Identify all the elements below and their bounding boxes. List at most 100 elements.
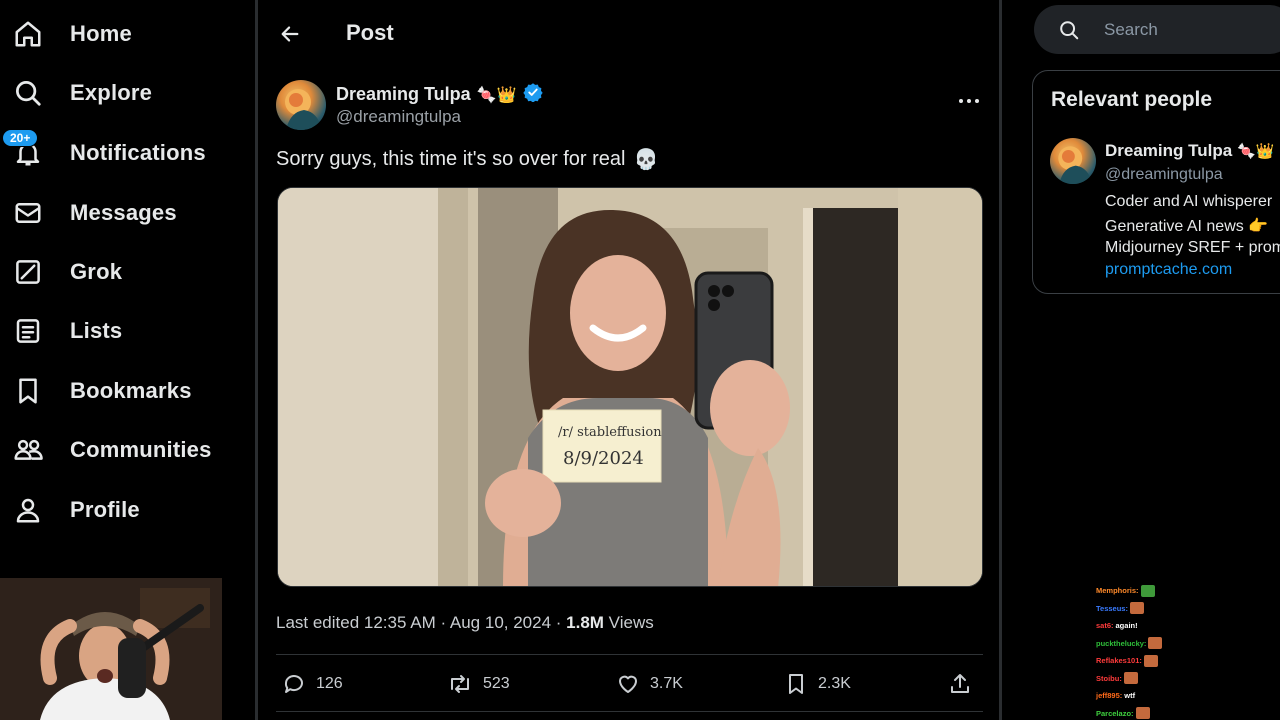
bookmark-icon	[789, 674, 803, 694]
search-box[interactable]: Search	[1034, 5, 1280, 54]
bio-line: Midjourney SREF + prom	[1105, 239, 1280, 256]
person-icon	[12, 494, 44, 526]
chat-message: Parcelazo:	[1096, 705, 1196, 720]
main-column: Post Dreaming Tulpa 🍬👑 @dreamingtulpa So…	[258, 0, 999, 720]
relevant-people-card: Relevant people Dreaming Tulpa 🍬👑 @dream…	[1032, 70, 1280, 294]
chat-message: Reflakes101:	[1096, 652, 1196, 670]
envelope-icon	[12, 197, 44, 229]
arrow-left-icon	[281, 26, 299, 42]
bio-link[interactable]: promptcache.com	[1105, 261, 1232, 279]
bio-line: Coder and AI whisperer	[1105, 193, 1273, 210]
post-meta: Last edited 12:35 AM · Aug 10, 2024 · 1.…	[276, 613, 654, 633]
chat-username: Stoibu:	[1096, 673, 1122, 683]
people-icon	[12, 434, 44, 466]
repost-icon	[451, 675, 469, 693]
nav-label: Messages	[70, 200, 177, 225]
author-name-text: Dreaming Tulpa	[336, 84, 471, 104]
nav-label: Lists	[70, 318, 123, 343]
nav-item-explore[interactable]: Explore	[12, 71, 152, 115]
relevant-person-name[interactable]: Dreaming Tulpa 🍬👑	[1105, 141, 1274, 161]
bell-icon: 20+	[2, 129, 44, 169]
nav-label: Explore	[70, 80, 153, 105]
nav-label: Bookmarks	[70, 378, 192, 403]
chat-message: Tesseus:	[1096, 600, 1196, 618]
chat-username: puckthelucky:	[1096, 638, 1147, 648]
chat-username: Parcelazo:	[1096, 708, 1134, 718]
repost-button[interactable]: 523	[447, 664, 510, 704]
chat-username: Memphoris:	[1096, 586, 1139, 596]
author-name[interactable]: Dreaming Tulpa 🍬👑	[336, 82, 543, 107]
column-divider	[999, 0, 1002, 720]
sign-line-1: /r/ stableffusion	[558, 425, 662, 440]
post-text-body: Sorry guys, this time it's so over for r…	[276, 148, 626, 170]
chat-text: again!	[1115, 621, 1138, 631]
nav-item-notifications[interactable]: 20+ Notifications	[2, 129, 206, 175]
author-emoji: 🍬👑	[476, 86, 517, 104]
author-handle[interactable]: @dreamingtulpa	[336, 107, 461, 127]
nav-label: Profile	[70, 497, 140, 522]
like-button[interactable]: 3.7K	[616, 664, 683, 704]
stream-chat: Memphoris: Tesseus: sat6: again! pucktheluck…	[1096, 582, 1196, 720]
post-timestamp[interactable]: Last edited 12:35 AM · Aug 10, 2024 ·	[276, 613, 566, 632]
share-button[interactable]	[948, 664, 972, 704]
streamer-webcam	[0, 578, 222, 720]
chat-message: Stoibu:	[1096, 670, 1196, 688]
chat-emote	[1140, 584, 1155, 597]
bio-line: Generative AI news 👉	[1105, 218, 1269, 235]
chat-emote	[1143, 654, 1158, 667]
post-actions: 126 523 3.7K 2.3K	[276, 664, 983, 704]
nav-item-communities[interactable]: Communities	[12, 428, 212, 472]
nav-item-bookmarks[interactable]: Bookmarks	[12, 369, 192, 413]
nav-item-grok[interactable]: Grok	[12, 250, 122, 294]
views-label: Views	[603, 613, 654, 632]
author-avatar[interactable]	[276, 80, 326, 130]
grok-icon	[12, 256, 44, 288]
search-input-placeholder: Search	[1104, 20, 1158, 39]
chat-message: Memphoris:	[1096, 582, 1196, 600]
list-icon	[12, 315, 44, 347]
verified-badge-icon	[522, 82, 543, 107]
chat-message: jeff895: wtf	[1096, 687, 1196, 705]
nav-label: Communities	[70, 437, 212, 462]
repost-count: 523	[483, 675, 510, 692]
back-button[interactable]	[276, 20, 304, 48]
more-options-button[interactable]	[958, 88, 980, 111]
relevant-person-name-text: Dreaming Tulpa	[1105, 141, 1233, 160]
reply-button[interactable]: 126	[282, 664, 343, 704]
divider	[276, 711, 983, 712]
chat-emote	[1123, 672, 1138, 685]
bookmark-count: 2.3K	[818, 675, 851, 692]
bookmark-button[interactable]: 2.3K	[784, 664, 851, 704]
nav-item-home[interactable]: Home	[12, 12, 132, 56]
chat-text: wtf	[1124, 691, 1136, 701]
chat-username: jeff895:	[1096, 691, 1123, 701]
divider	[276, 654, 983, 655]
post-text: Sorry guys, this time it's so over for r…	[276, 147, 658, 172]
nav-label: Home	[70, 21, 132, 46]
like-count: 3.7K	[650, 675, 683, 692]
post-image[interactable]: /r/ stableffusion 8/9/2024	[277, 187, 983, 587]
reply-count: 126	[316, 675, 343, 692]
page-title: Post	[346, 20, 394, 45]
share-icon	[951, 674, 969, 693]
notification-badge: 20+	[2, 129, 39, 147]
chat-username: sat6:	[1096, 621, 1114, 631]
relevant-person-handle[interactable]: @dreamingtulpa	[1105, 166, 1223, 184]
views-count: 1.8M	[566, 613, 604, 632]
skull-emoji: 💀	[633, 149, 659, 171]
nav-item-lists[interactable]: Lists	[12, 309, 122, 353]
chat-username: Reflakes101:	[1096, 656, 1142, 666]
reply-icon	[284, 675, 303, 693]
chat-username: Tesseus:	[1096, 603, 1128, 613]
nav-label: Notifications	[70, 140, 206, 165]
chat-emote	[1135, 707, 1150, 720]
nav-item-profile[interactable]: Profile	[12, 488, 140, 532]
relevant-person-avatar[interactable]	[1050, 138, 1096, 184]
relevant-person-emoji: 🍬👑	[1236, 143, 1275, 160]
search-icon	[12, 77, 44, 109]
home-icon	[12, 18, 44, 50]
sign-line-2: 8/9/2024	[563, 448, 644, 469]
heart-icon	[619, 675, 637, 693]
nav-item-messages[interactable]: Messages	[12, 191, 177, 235]
chat-emote	[1129, 602, 1144, 615]
